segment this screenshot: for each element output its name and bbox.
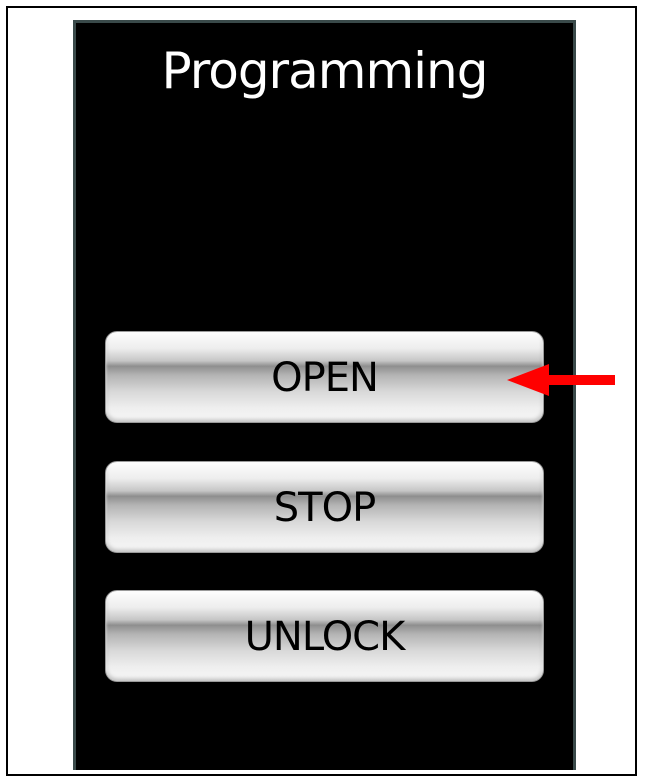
arrow-head — [507, 364, 549, 396]
screen-title: Programming — [161, 42, 489, 100]
open-button[interactable]: OPEN — [105, 331, 544, 423]
arrow-shaft — [547, 375, 615, 385]
programming-screen: Programming OPEN STOP UNLOCK — [73, 20, 576, 770]
red-arrow-icon — [507, 364, 615, 396]
unlock-button[interactable]: UNLOCK — [105, 590, 544, 682]
stop-button[interactable]: STOP — [105, 461, 544, 553]
